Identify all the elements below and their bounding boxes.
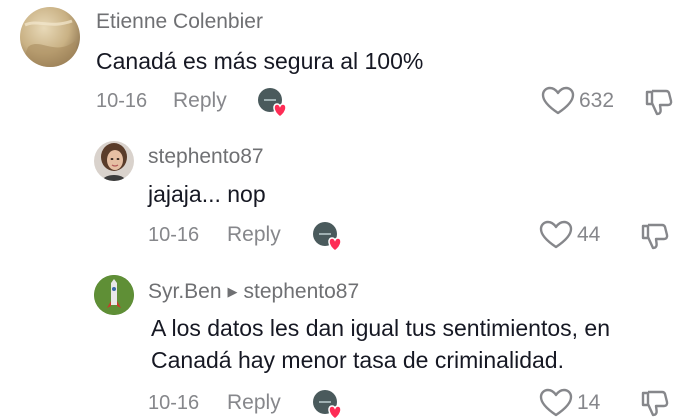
like-button[interactable]: 44 bbox=[539, 220, 600, 250]
avatar[interactable] bbox=[94, 275, 134, 315]
thumbs-down-icon[interactable] bbox=[643, 86, 675, 118]
creator-liked-badge-icon bbox=[311, 220, 343, 252]
comment-username[interactable]: Syr.Ben ▶ stephento87 bbox=[148, 280, 359, 304]
creator-liked-badge-icon bbox=[256, 86, 288, 118]
comment-date: 10-16 bbox=[96, 90, 148, 112]
comment-username[interactable]: stephento87 bbox=[148, 145, 264, 169]
reply-button[interactable]: Reply bbox=[173, 89, 227, 113]
avatar[interactable] bbox=[94, 141, 134, 181]
like-button[interactable]: 632 bbox=[541, 86, 614, 116]
comment-text: Canadá es más segura al 100% bbox=[96, 48, 424, 74]
reply-author[interactable]: Syr.Ben bbox=[148, 280, 222, 303]
comment-date: 10-16 bbox=[148, 392, 200, 414]
right-triangle-icon: ▶ bbox=[227, 284, 238, 299]
like-button[interactable]: 14 bbox=[539, 388, 600, 418]
comment-text-line: Canadá hay menor tasa de criminalidad. bbox=[151, 347, 564, 373]
comment-date: 10-16 bbox=[148, 224, 200, 246]
comment-username[interactable]: Etienne Colenbier bbox=[96, 10, 263, 34]
thumbs-down-icon[interactable] bbox=[639, 387, 671, 419]
creator-liked-badge-icon bbox=[311, 388, 343, 419]
like-count: 632 bbox=[579, 89, 615, 112]
heart-outline-icon bbox=[539, 220, 573, 249]
reply-to-username[interactable]: stephento87 bbox=[244, 280, 360, 303]
comment-text: jajaja... nop bbox=[148, 181, 266, 207]
comment-text-line: A los datos les dan igual tus sentimient… bbox=[151, 315, 611, 341]
avatar[interactable] bbox=[20, 7, 80, 67]
thumbs-down-icon[interactable] bbox=[639, 220, 671, 252]
heart-outline-icon bbox=[541, 86, 575, 115]
like-count: 44 bbox=[577, 223, 601, 246]
reply-button[interactable]: Reply bbox=[227, 223, 281, 247]
heart-outline-icon bbox=[539, 388, 573, 417]
reply-button[interactable]: Reply bbox=[227, 391, 281, 415]
like-count: 14 bbox=[577, 391, 601, 414]
